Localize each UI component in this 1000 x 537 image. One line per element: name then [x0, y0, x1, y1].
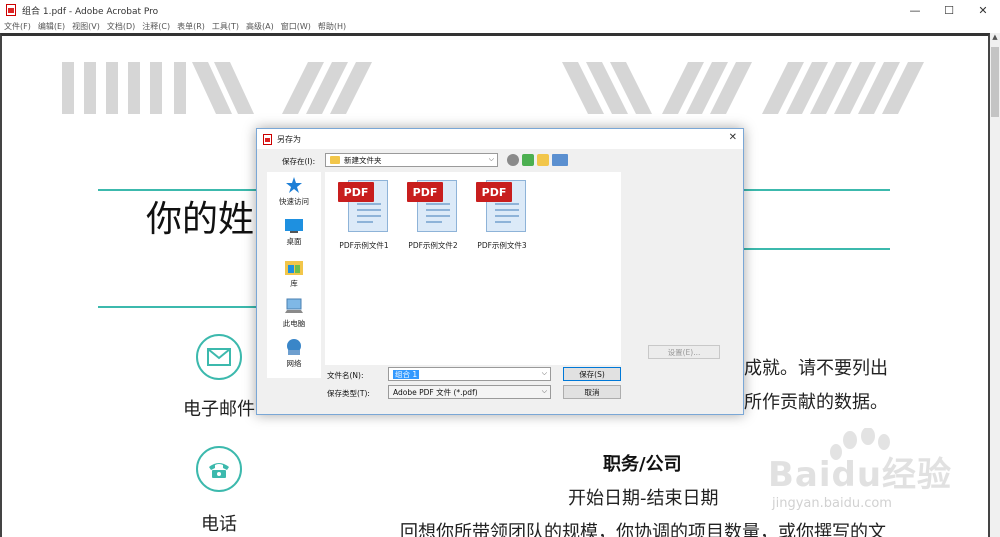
save-in-dropdown[interactable]: 新建文件夹 ⌵	[325, 153, 498, 167]
file-item[interactable]: PDF PDF示例文件1	[331, 178, 397, 251]
pdf-document-icon: PDF	[407, 178, 459, 234]
save-in-label: 保存在(I):	[282, 157, 316, 166]
file-item[interactable]: PDF PDF示例文件3	[469, 178, 535, 251]
new-folder-icon[interactable]	[537, 154, 549, 166]
view-menu-icon[interactable]	[552, 154, 568, 166]
scroll-thumb[interactable]	[991, 47, 999, 117]
filename-input[interactable]: 组合 1 ⌵	[388, 367, 551, 381]
minimize-button[interactable]: —	[898, 0, 932, 20]
vertical-scrollbar[interactable]: ▲	[990, 33, 1000, 537]
save-as-dialog: 另存为 ✕ 保存在(I): 新建文件夹 ⌵ 快速访问 桌面 库 此电脑 网络 P…	[256, 128, 744, 415]
filetype-label: 保存类型(T):	[327, 389, 370, 398]
email-circle-icon	[196, 334, 242, 380]
up-folder-icon[interactable]	[522, 154, 534, 166]
telephone-icon	[209, 463, 229, 478]
pdf-file-icon	[263, 133, 272, 145]
acrobat-app-icon	[6, 4, 16, 16]
scroll-up-arrow-icon[interactable]: ▲	[990, 33, 1000, 45]
back-icon[interactable]	[507, 154, 519, 166]
place-quick-access[interactable]: 快速访问	[267, 176, 321, 207]
places-sidebar: 快速访问 桌面 库 此电脑 网络	[267, 172, 321, 378]
phone-circle-icon	[196, 446, 242, 492]
dialog-close-icon[interactable]: ✕	[729, 132, 737, 143]
desktop-icon	[285, 219, 303, 233]
chevron-down-icon: ⌵	[541, 387, 547, 395]
phone-label: 电话	[201, 514, 237, 535]
filename-label: 文件名(N):	[327, 371, 364, 380]
place-desktop[interactable]: 桌面	[267, 218, 321, 247]
filetype-dropdown[interactable]: Adobe PDF 文件 (*.pdf) ⌵	[388, 385, 551, 399]
menu-help[interactable]: 帮助(H)	[318, 21, 346, 32]
dialog-title: 另存为	[277, 134, 301, 144]
library-icon	[285, 261, 303, 275]
achievement-text-line1: 成就。请不要列出	[744, 358, 888, 379]
chevron-down-icon: ⌵	[488, 155, 494, 163]
menu-view[interactable]: 视图(V)	[72, 21, 100, 32]
email-label: 电子邮件	[183, 399, 255, 420]
window-title: 组合 1.pdf - Adobe Acrobat Pro	[22, 6, 159, 17]
dialog-toolbar	[507, 154, 571, 166]
settings-button[interactable]: 设置(E)...	[648, 345, 720, 359]
chevron-down-icon: ⌵	[541, 369, 547, 377]
file-name: PDF示例文件1	[339, 241, 389, 250]
maximize-button[interactable]: ☐	[932, 0, 966, 20]
file-name: PDF示例文件3	[477, 241, 527, 250]
job-title: 职务/公司	[603, 454, 682, 475]
menu-advanced[interactable]: 高级(A)	[246, 21, 274, 32]
envelope-icon	[207, 348, 231, 366]
place-network[interactable]: 网络	[267, 338, 321, 369]
folder-icon	[330, 156, 340, 164]
menu-bar: 文件(F) 编辑(E) 视图(V) 文档(D) 注释(C) 表单(R) 工具(T…	[0, 20, 1000, 33]
filename-value: 组合 1	[393, 369, 420, 379]
acrobat-window: 组合 1.pdf - Adobe Acrobat Pro — ☐ ✕ 文件(F)…	[0, 0, 1000, 537]
achievement-text-line2: 所作贡献的数据。	[744, 392, 888, 413]
bottom-accent-rule	[98, 306, 258, 308]
file-name: PDF示例文件2	[408, 241, 458, 250]
menu-edit[interactable]: 编辑(E)	[38, 21, 65, 32]
cancel-button[interactable]: 取消	[563, 385, 621, 399]
watermark-url: jingyan.baidu.com	[772, 496, 892, 511]
filetype-value: Adobe PDF 文件 (*.pdf)	[393, 387, 478, 397]
job-dates: 开始日期-结束日期	[568, 488, 719, 509]
window-controls: — ☐ ✕	[898, 0, 1000, 20]
network-icon	[287, 339, 301, 355]
watermark-brand: Baidu经验	[768, 455, 953, 495]
menu-document[interactable]: 文档(D)	[107, 21, 135, 32]
place-library[interactable]: 库	[267, 258, 321, 289]
menu-comments[interactable]: 注释(C)	[142, 21, 170, 32]
menu-window[interactable]: 窗口(W)	[281, 21, 311, 32]
save-button[interactable]: 保存(S)	[563, 367, 621, 381]
star-icon	[286, 177, 302, 193]
file-list: PDF PDF示例文件1 PDF PDF示例文件2 PDF PDF示例文件3	[325, 172, 621, 365]
menu-forms[interactable]: 表单(R)	[177, 21, 205, 32]
place-this-pc[interactable]: 此电脑	[267, 298, 321, 329]
file-item[interactable]: PDF PDF示例文件2	[400, 178, 466, 251]
decorative-stripe-banner	[62, 62, 924, 114]
menu-file[interactable]: 文件(F)	[4, 21, 31, 32]
computer-icon	[285, 298, 303, 313]
pdf-document-icon: PDF	[476, 178, 528, 234]
middle-accent-rule	[744, 248, 890, 250]
save-in-value: 新建文件夹	[344, 155, 382, 165]
name-heading: 你的姓	[146, 199, 255, 240]
title-bar: 组合 1.pdf - Adobe Acrobat Pro — ☐ ✕	[0, 0, 1000, 20]
close-window-button[interactable]: ✕	[966, 0, 1000, 20]
menu-tools[interactable]: 工具(T)	[212, 21, 239, 32]
dialog-title-bar: 另存为 ✕	[257, 129, 743, 149]
pdf-document-icon: PDF	[338, 178, 390, 234]
